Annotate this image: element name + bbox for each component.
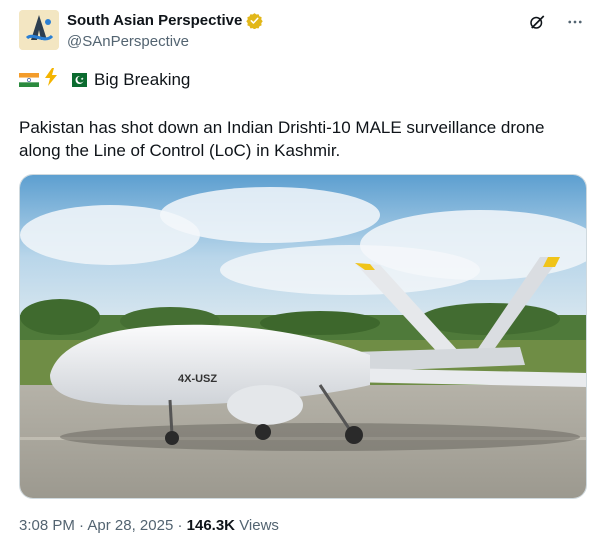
drone-photo: 4X-USZ (20, 175, 586, 498)
grok-icon[interactable] (527, 12, 547, 32)
lightning-icon (43, 68, 59, 91)
meta-separator-2: · (177, 517, 183, 534)
meta-separator: · (79, 517, 85, 534)
avatar[interactable] (19, 10, 59, 50)
post-image[interactable]: 4X-USZ (19, 174, 587, 499)
post-meta: 3:08 PM · Apr 28, 2025 · 146.3K Views (19, 517, 279, 534)
top-actions (527, 12, 585, 32)
views-label: Views (239, 517, 279, 534)
headline-label: Big Breaking (94, 69, 191, 89)
author-handle[interactable]: @SAnPerspective (67, 33, 189, 50)
logo-icon (19, 10, 59, 50)
verified-badge-icon (246, 13, 264, 29)
post-time[interactable]: 3:08 PM (19, 517, 75, 534)
india-flag-icon (19, 72, 39, 87)
post-text: Pakistan has shot down an Indian Drishti… (19, 118, 545, 160)
post-date[interactable]: Apr 28, 2025 (87, 517, 173, 534)
author-name[interactable]: South Asian Perspective (67, 12, 242, 29)
author-name-row: South Asian Perspective (67, 12, 264, 29)
breaking-line: Big Breaking (19, 68, 190, 91)
pakistan-flag-icon (67, 72, 87, 87)
views-count: 146.3K (186, 517, 236, 534)
tail-number: 4X-USZ (178, 373, 217, 385)
more-icon[interactable] (565, 12, 585, 32)
